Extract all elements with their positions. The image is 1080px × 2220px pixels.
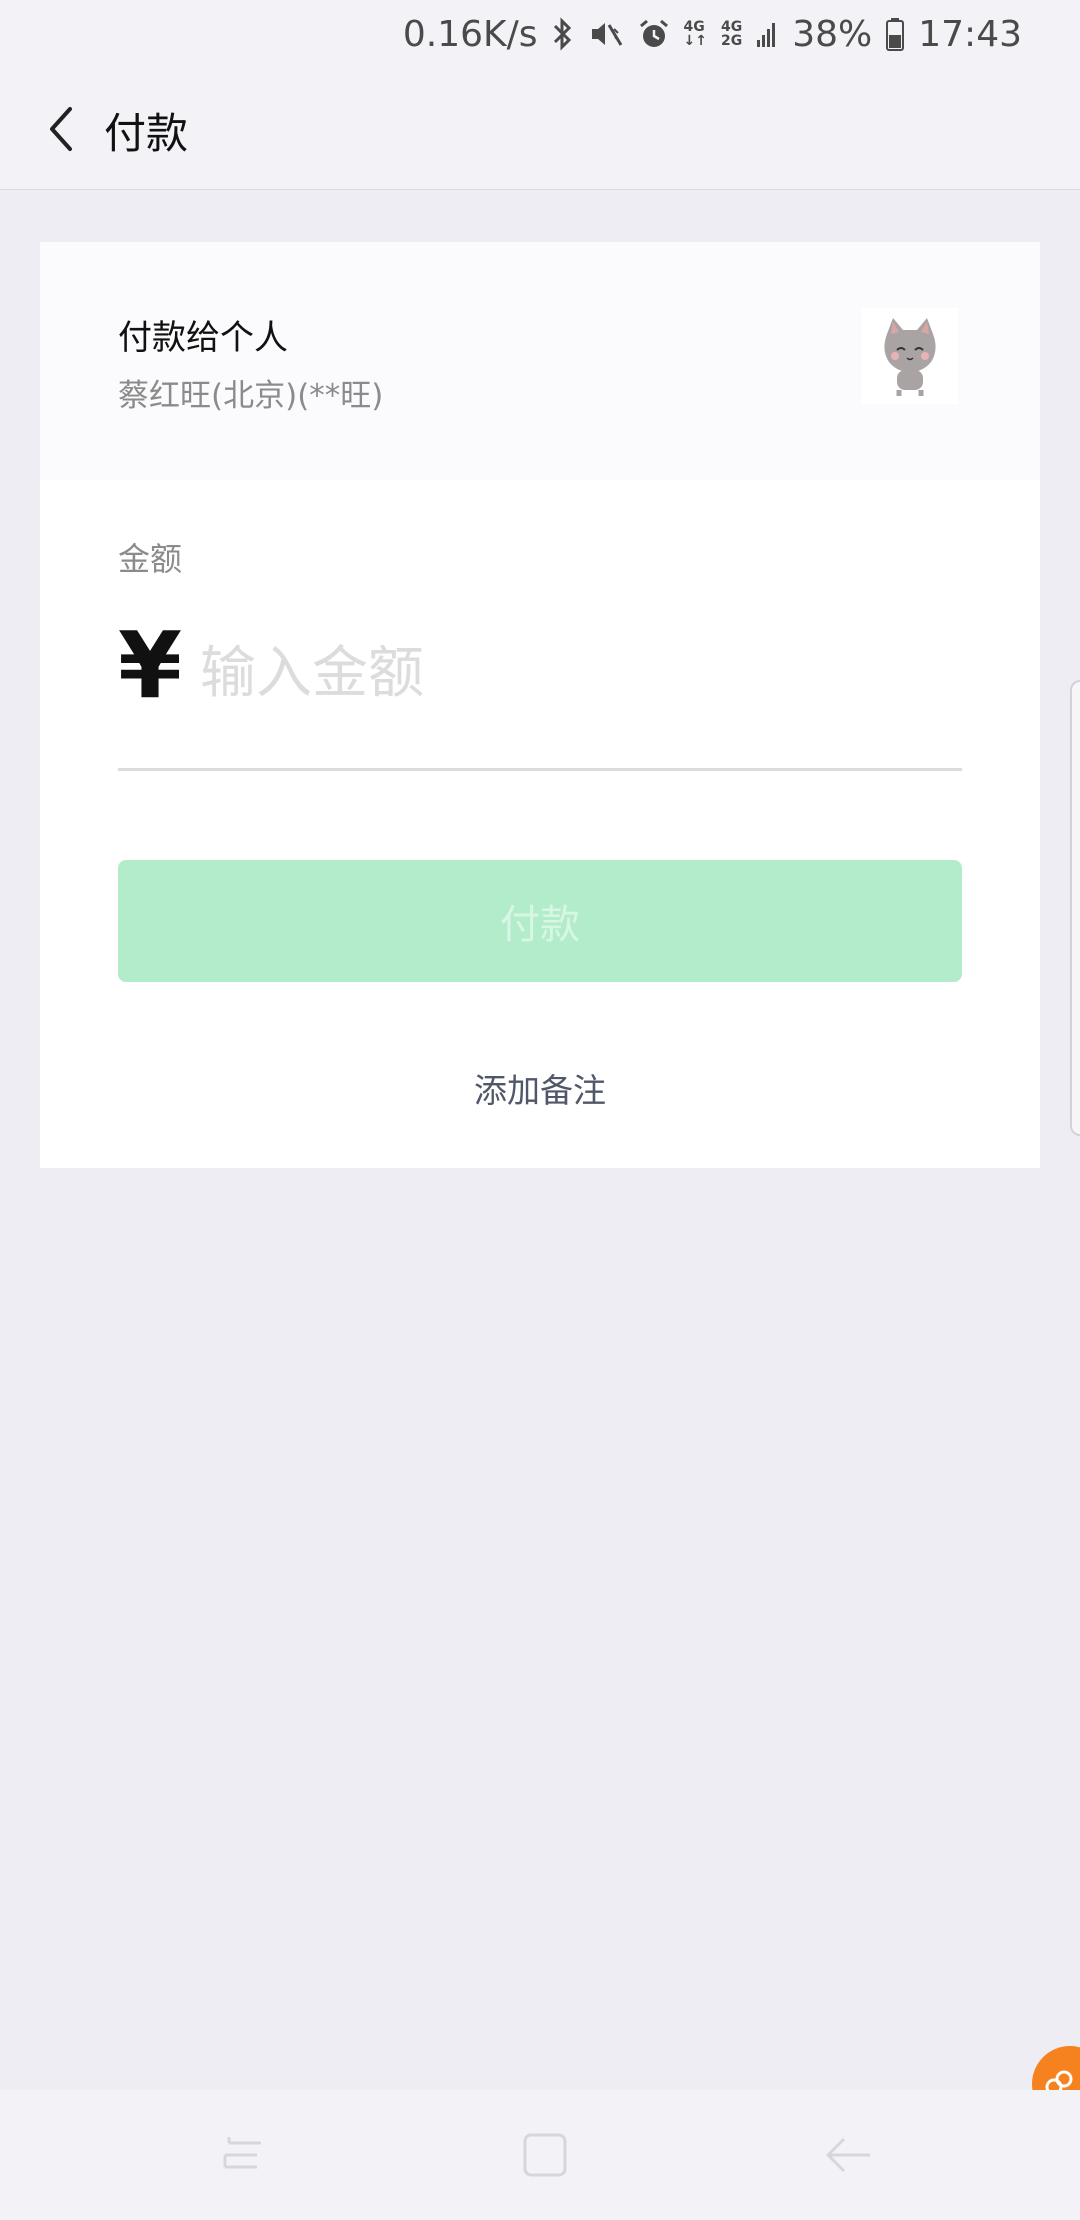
network-speed: 0.16K/s xyxy=(402,13,538,55)
amount-input[interactable] xyxy=(200,618,980,728)
alarm-icon xyxy=(638,18,670,50)
recent-apps-button[interactable] xyxy=(208,2120,278,2190)
back-arrow-icon xyxy=(50,107,72,151)
home-square-icon xyxy=(523,2133,567,2177)
payee-section: 付款给个人 蔡红旺(北京)(**旺) xyxy=(40,242,1040,480)
clock-time: 17:43 xyxy=(918,13,1022,55)
cat-avatar-icon xyxy=(884,318,936,396)
home-button[interactable] xyxy=(510,2120,580,2190)
mute-vibrate-icon xyxy=(588,19,624,49)
back-nav-button[interactable] xyxy=(814,2120,884,2190)
amount-label: 金额 xyxy=(118,540,183,578)
battery-icon xyxy=(886,17,905,51)
pay-button[interactable]: 付款 xyxy=(118,860,962,982)
network-2g-indicator: 4G 2G xyxy=(721,19,743,49)
back-button[interactable] xyxy=(26,94,96,164)
payee-name: 蔡红旺(北京)(**旺) xyxy=(118,378,384,414)
payee-title: 付款给个人 xyxy=(118,318,288,358)
edge-panel-handle[interactable] xyxy=(1070,680,1080,1136)
bluetooth-icon xyxy=(552,17,574,51)
battery-percent: 38% xyxy=(792,13,873,55)
app-header: 付款 xyxy=(0,68,1080,190)
network-4g-indicator: 4G ↓↑ xyxy=(683,19,707,49)
back-nav-arrow-icon xyxy=(826,2137,870,2173)
recent-apps-icon xyxy=(223,2137,261,2169)
navigation-bar xyxy=(0,2090,1080,2220)
status-bar: 0.16K/s 4G ↓↑ 4G 2G 38% 17:43 xyxy=(0,0,1080,68)
amount-underline xyxy=(118,768,962,771)
add-note-link[interactable]: 添加备注 xyxy=(40,1064,1040,1112)
payment-card: 付款给个人 蔡红旺(北京)(**旺) 金额 ¥ 付款 添加备注 xyxy=(40,242,1040,1168)
page-title: 付款 xyxy=(104,109,189,158)
currency-symbol: ¥ xyxy=(118,612,183,719)
signal-icon xyxy=(756,20,778,48)
avatar xyxy=(862,308,958,404)
